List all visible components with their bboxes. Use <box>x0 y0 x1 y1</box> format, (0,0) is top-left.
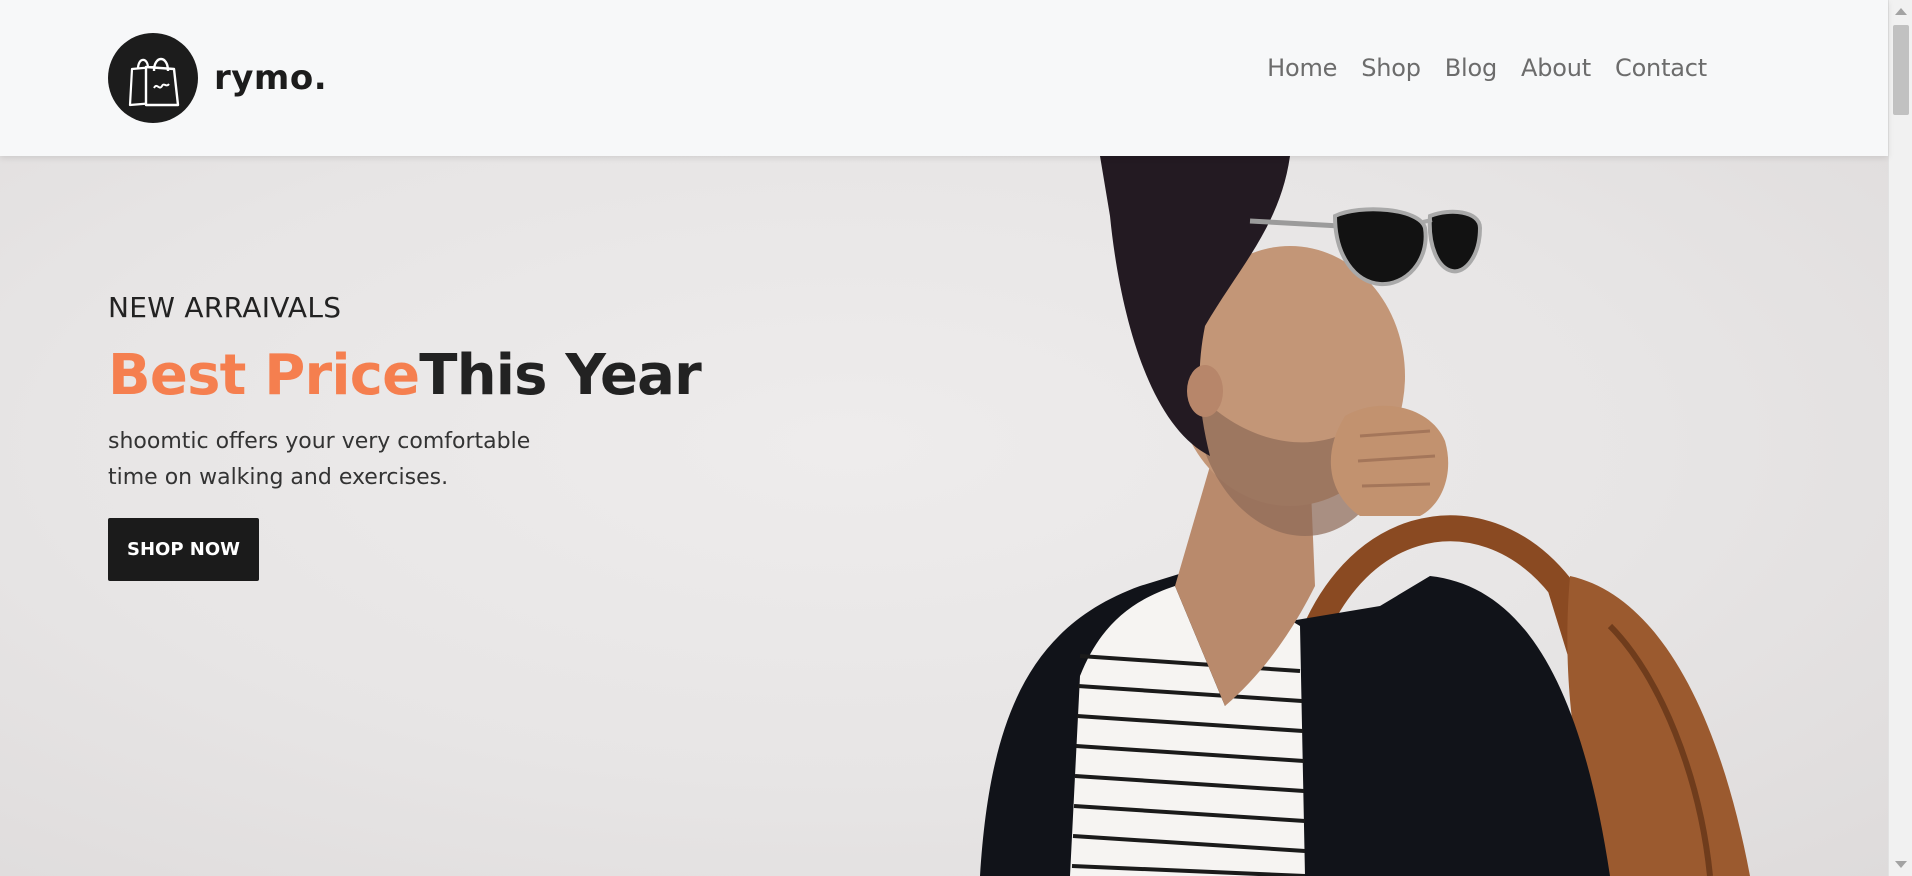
shop-now-button[interactable]: SHOP NOW <box>108 518 260 581</box>
hero-headline-rest: This Year <box>419 343 701 408</box>
hero-banner: NEW ARRAIVALS Best PriceThis Year shoomt… <box>0 156 1888 876</box>
shopping-bag-icon <box>108 33 198 123</box>
nav-item-shop[interactable]: Shop <box>1361 54 1421 82</box>
hero-headline-accent: Best Price <box>108 343 420 408</box>
hero-eyebrow: NEW ARRAIVALS <box>108 291 342 324</box>
site-header: rymo. Home Shop Blog About Contact <box>0 0 1888 156</box>
hero-model-image <box>980 156 1750 876</box>
scrollbar-thumb[interactable] <box>1893 25 1909 115</box>
nav-item-about[interactable]: About <box>1521 54 1591 82</box>
nav-item-contact[interactable]: Contact <box>1615 54 1707 82</box>
page: rymo. Home Shop Blog About Contact NEW A… <box>0 0 1912 876</box>
brand-logo-link[interactable]: rymo. <box>108 33 327 123</box>
main-nav: Home Shop Blog About Contact <box>1243 54 1707 82</box>
hero-description: shoomtic offers your very comfortable ti… <box>108 429 531 490</box>
brand-name: rymo. <box>214 58 328 98</box>
scroll-down-arrow-icon[interactable] <box>1895 861 1907 868</box>
vertical-scrollbar[interactable] <box>1888 0 1912 876</box>
nav-item-blog[interactable]: Blog <box>1445 54 1497 82</box>
hero-headline: Best PriceThis Year <box>108 342 702 410</box>
hero-copy: NEW ARRAIVALS Best PriceThis Year shoomt… <box>108 291 702 581</box>
scroll-up-arrow-icon[interactable] <box>1895 8 1907 15</box>
nav-item-home[interactable]: Home <box>1267 54 1337 82</box>
